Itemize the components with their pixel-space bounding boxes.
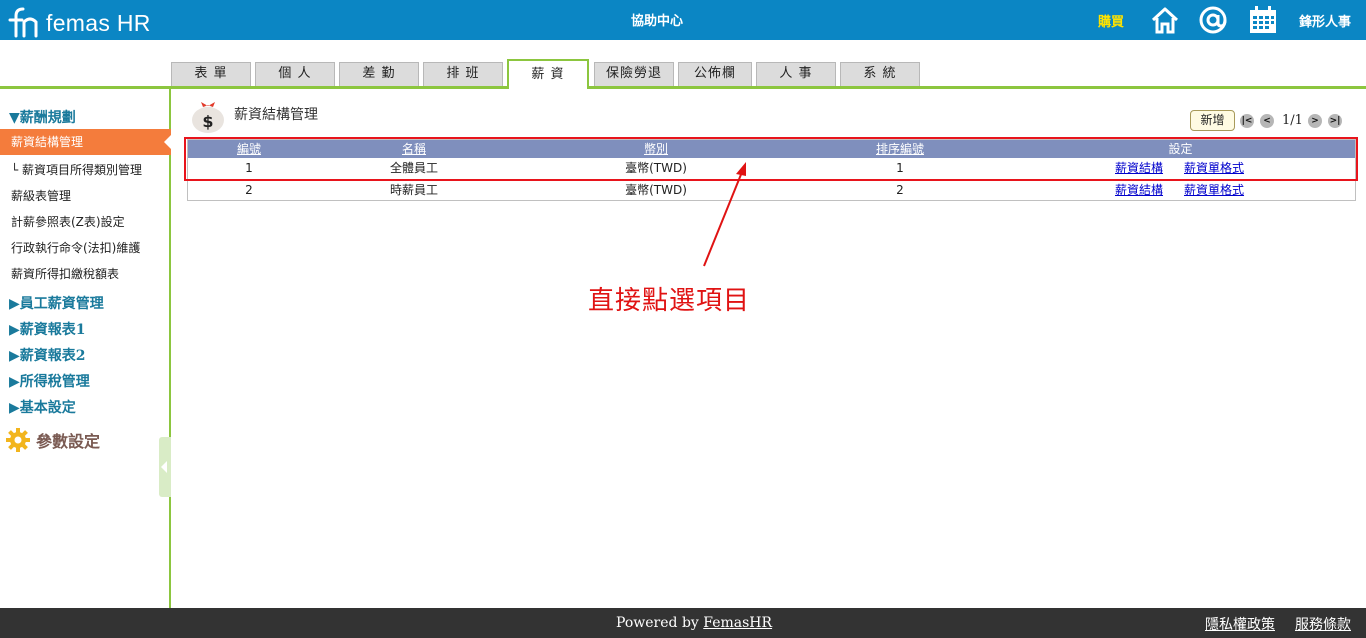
terms-of-service-link[interactable]: 服務條款 [1295,614,1351,634]
help-center-link[interactable]: 協助中心 [600,10,714,29]
powered-by: Powered by FemasHR [616,615,772,631]
top-header: femas HR 協助中心 購買 鋒形人事 [0,0,1366,40]
page-title-row: $ 薪資結構管理 [190,94,318,134]
sidebar-item-garnishment[interactable]: 行政執行命令(法扣)維護 [11,239,140,256]
tab-insurance-pension[interactable]: 保險勞退 [594,62,674,86]
sidebar-group-report-1[interactable]: ▶薪資報表1 [9,319,86,339]
add-button[interactable]: 新增 [1190,110,1235,131]
logo-text: femas HR [46,10,151,36]
home-icon[interactable] [1150,5,1180,35]
cell-currency: 臺幣(TWD) [625,183,687,197]
tab-system[interactable]: 系 統 [840,62,920,86]
page-title: 薪資結構管理 [234,107,318,123]
annotation-text: 直接點選項目 [588,286,751,316]
company-name: 鋒形人事 [1299,15,1352,30]
payslip-format-link[interactable]: 薪資單格式 [1184,180,1244,201]
powered-prefix: Powered by [616,615,704,631]
annotation-arrow [703,162,746,267]
tab-payroll[interactable]: 薪 資 [507,59,589,89]
tab-forms[interactable]: 表 單 [171,62,251,86]
tab-scheduling[interactable]: 排 班 [423,62,503,86]
femashr-link[interactable]: FemasHR [703,615,772,631]
tab-hr[interactable]: 人 事 [756,62,836,86]
logo[interactable]: femas HR [6,4,151,38]
gear-icon [6,428,30,452]
sidebar-group-pay-planning[interactable]: ▼薪酬規劃 [9,107,76,127]
sidebar-param-label: 參數設定 [36,432,101,451]
salary-structure-link[interactable]: 薪資結構 [1115,180,1163,201]
sidebar-param-settings[interactable]: 參數設定 [6,428,100,452]
sidebar-item-z-table[interactable]: 計薪參照表(Z表)設定 [11,213,125,230]
next-page-button[interactable]: > [1308,114,1322,128]
tab-bulletin[interactable]: 公佈欄 [678,62,752,86]
sidebar: ▼薪酬規劃 薪資結構管理 └ 薪資項目所得類別管理 薪級表管理 計薪參照表(Z表… [0,89,172,608]
annotation-highlight-box [184,137,1358,181]
first-page-button[interactable]: |< [1240,114,1254,128]
page-indicator: 1/1 [1282,113,1303,128]
sidebar-group-employee-salary[interactable]: ▶員工薪資管理 [9,293,104,313]
sidebar-item-withholding-tax[interactable]: 薪資所得扣繳稅額表 [11,265,119,282]
table-row[interactable]: 2 時薪員工 臺幣(TWD) 2 薪資結構 薪資單格式 [188,180,1355,201]
svg-text:$: $ [202,112,213,131]
tab-personal[interactable]: 個 人 [255,62,335,86]
sidebar-item-salary-structure[interactable]: 薪資結構管理 [0,129,172,155]
last-page-button[interactable]: >| [1328,114,1342,128]
prev-page-button[interactable]: < [1260,114,1274,128]
cell-name: 時薪員工 [389,183,438,197]
sidebar-collapse-handle[interactable] [159,437,171,497]
footer: Powered by FemasHR 隱私權政策 服務條款 [0,608,1366,638]
sidebar-group-report-2[interactable]: ▶薪資報表2 [9,345,86,365]
sidebar-group-basic-settings[interactable]: ▶基本設定 [9,397,76,417]
logo-mark-icon [8,7,38,38]
sidebar-item-income-category[interactable]: └ 薪資項目所得類別管理 [11,161,142,178]
buy-link[interactable]: 購買 [1098,11,1124,30]
cell-number: 2 [245,183,253,197]
calendar-icon[interactable] [1248,5,1278,35]
sidebar-item-salary-grade[interactable]: 薪級表管理 [11,187,71,204]
sidebar-group-income-tax[interactable]: ▶所得稅管理 [9,371,90,391]
tab-attendance[interactable]: 差 勤 [339,62,419,86]
money-bag-icon: $ [192,102,224,133]
at-icon[interactable] [1198,5,1228,35]
cell-sort: 2 [896,183,904,197]
privacy-policy-link[interactable]: 隱私權政策 [1205,614,1275,634]
tab-underline [0,86,1366,89]
